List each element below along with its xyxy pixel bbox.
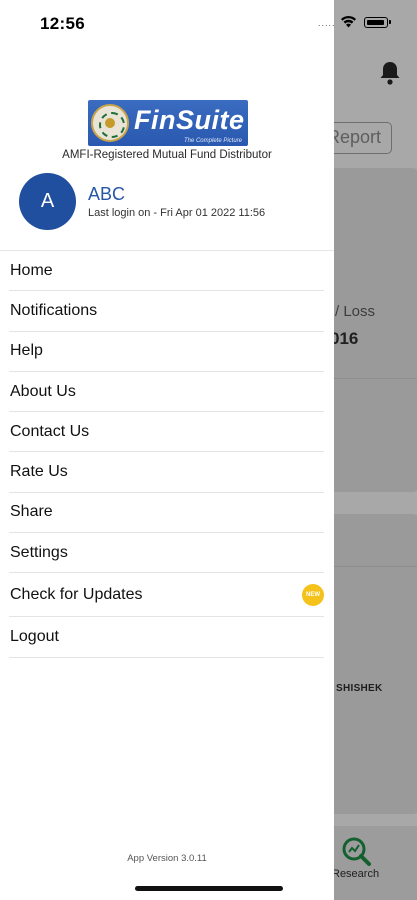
emblem-icon xyxy=(91,104,129,142)
new-badge-icon: NEW xyxy=(302,583,324,606)
drawer-menu: Home Notifications Help About Us Contact… xyxy=(0,250,334,658)
menu-item-share[interactable]: Share xyxy=(9,493,324,534)
menu-item-label: Notifications xyxy=(10,301,98,319)
signal-dots: ..... xyxy=(318,18,336,28)
menu-item-check-for-updates[interactable]: Check for Updates NEW xyxy=(9,573,324,618)
finsuite-logo: FinSuite The Complete Picture xyxy=(88,100,248,146)
card-divider xyxy=(320,566,417,567)
research-icon xyxy=(342,837,371,866)
report-button: Report xyxy=(324,122,392,154)
menu-item-label: Contact Us xyxy=(10,422,90,440)
distributor-tagline: AMFI-Registered Mutual Fund Distributor xyxy=(62,149,272,161)
menu-item-contact-us[interactable]: Contact Us xyxy=(9,412,324,453)
profit-loss-value: 016 xyxy=(330,329,359,348)
avatar: A xyxy=(19,173,76,230)
menu-item-label: Check for Updates xyxy=(10,585,143,603)
last-login-text: Last login on - Fri Apr 01 2022 11:56 xyxy=(88,207,266,219)
user-name: ABC xyxy=(88,184,126,204)
status-time: 12:56 xyxy=(40,14,85,33)
home-indicator[interactable] xyxy=(135,886,283,891)
menu-item-help[interactable]: Help xyxy=(9,332,324,372)
menu-item-label: Home xyxy=(10,261,53,279)
card-divider xyxy=(320,378,417,379)
wifi-icon xyxy=(341,15,356,28)
holdings-card xyxy=(320,514,417,814)
investor-name: SHISHEK xyxy=(336,683,383,694)
menu-item-label: Help xyxy=(10,342,43,360)
tab-research-label: Research xyxy=(332,868,380,880)
menu-item-label: About Us xyxy=(10,382,76,400)
logo-brand-text: FinSuite xyxy=(134,105,245,135)
bell-icon xyxy=(380,62,400,85)
menu-item-label: Share xyxy=(10,503,53,521)
menu-item-settings[interactable]: Settings xyxy=(9,533,324,574)
menu-item-label: Settings xyxy=(10,543,68,561)
menu-item-home[interactable]: Home xyxy=(9,251,324,292)
app-version: App Version 3.0.11 xyxy=(127,853,207,864)
menu-item-logout[interactable]: Logout xyxy=(9,617,324,658)
battery-icon xyxy=(364,17,391,28)
menu-item-label: Rate Us xyxy=(10,463,68,481)
menu-item-label: Logout xyxy=(10,628,59,646)
menu-item-about-us[interactable]: About Us xyxy=(9,372,324,413)
logo-tagline: The Complete Picture xyxy=(183,138,242,144)
menu-item-notifications[interactable]: Notifications xyxy=(9,291,324,332)
menu-item-rate-us[interactable]: Rate Us xyxy=(9,452,324,493)
navigation-drawer: FinSuite The Complete Picture AMFI-Regis… xyxy=(0,0,334,900)
profit-loss-label: / Loss xyxy=(335,303,376,320)
